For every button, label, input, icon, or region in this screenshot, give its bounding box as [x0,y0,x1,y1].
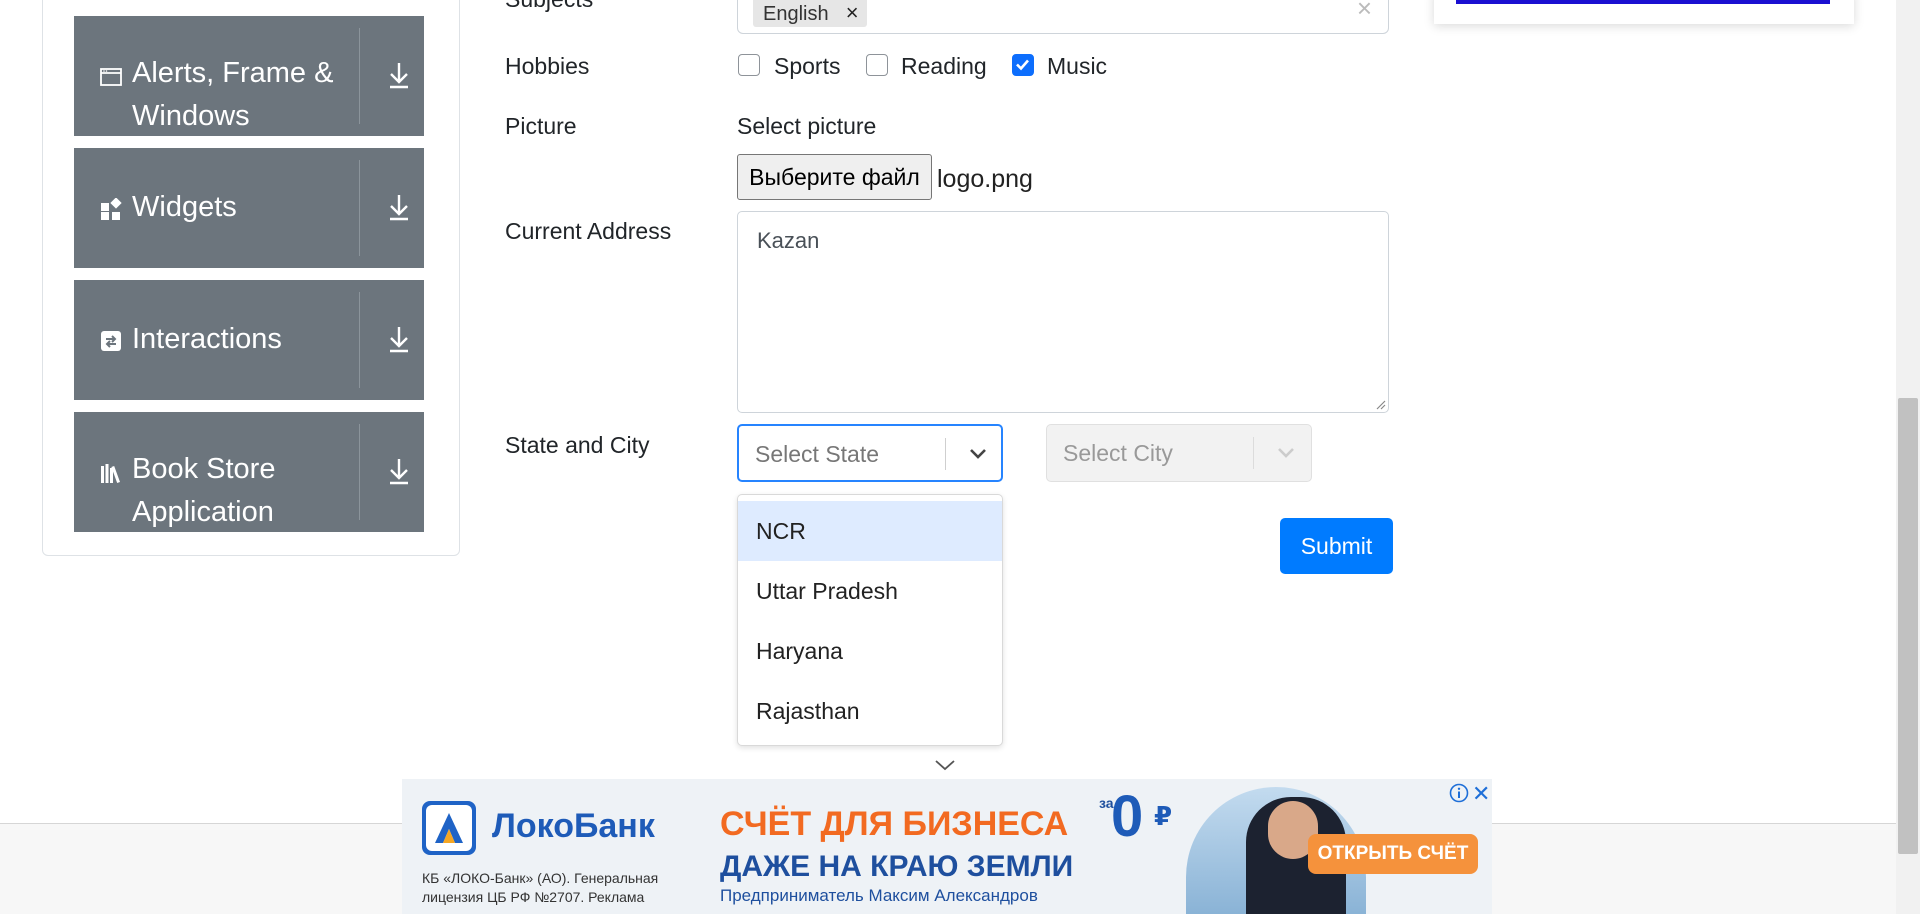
price-value: 0 [1111,784,1144,849]
group-alerts-frame-windows[interactable]: Alerts, Frame & Windows [74,16,424,136]
ad-banner[interactable]: ЛокоБанк КБ «ЛОКО-Банк» (АО). Генеральна… [402,779,1492,914]
interactions-swap-icon [101,331,121,351]
ad-caption: Предприниматель Максим Александров [720,886,1038,905]
picture-label: Picture [505,113,577,139]
group-label: Alerts, Frame & Windows [132,57,334,132]
state-option-uttar-pradesh[interactable]: Uttar Pradesh [738,561,1002,621]
group-label: Interactions [132,323,282,355]
expand-down-arrow-icon[interactable] [386,456,412,486]
expand-down-arrow-icon[interactable] [386,324,412,354]
hobbies-label: Hobbies [505,53,590,79]
state-option-ncr[interactable]: NCR [738,501,1002,561]
ad-subheadline: ДАЖЕ НА КРАЮ ЗЕМЛИ [720,850,1074,883]
state-option-haryana[interactable]: Haryana [738,621,1002,681]
widgets-grid-icon [101,198,122,220]
group-widgets[interactable]: Widgets [74,148,424,268]
price-currency: ₽ [1154,801,1173,831]
file-name: logo.png [937,165,1033,193]
divider [359,424,360,520]
state-city-label: State and City [505,432,650,458]
checkmark-icon [1016,59,1029,71]
side-ad-card[interactable] [1434,0,1854,24]
divider [359,160,360,256]
collapse-ad-chevron-icon[interactable] [934,758,956,772]
browser-window-icon [100,68,122,86]
picture-prompt: Select picture [737,113,877,139]
group-book-store[interactable]: Book Store Application [74,412,424,532]
ad-close-icon[interactable]: ✕ [1472,781,1490,807]
divider [1253,437,1254,469]
remove-chip-icon[interactable]: × [846,0,859,30]
address-value: Kazan [757,228,820,253]
subjects-label: Subjects [505,0,593,13]
chevron-down-icon[interactable] [1275,443,1297,463]
subject-chip: English × [753,0,867,27]
sports-label[interactable]: Sports [774,53,840,80]
divider [359,292,360,388]
state-placeholder: Select State [755,441,880,467]
subject-chip-label: English [763,3,829,25]
chevron-down-icon[interactable] [967,444,989,464]
ad-headline: СЧЁТ ДЛЯ БИЗНЕСА [720,805,1069,843]
group-label: Widgets [132,191,237,223]
ad-image-strip [1456,0,1830,4]
clear-icon[interactable]: × [1357,0,1372,24]
legal-text: КБ «ЛОКО-Банк» (АО). Генеральная лицензи… [422,870,659,905]
expand-down-arrow-icon[interactable] [386,192,412,222]
ad-info-icon[interactable] [1449,783,1469,803]
city-placeholder: Select City [1063,440,1173,466]
choose-file-button[interactable]: Выберите файл [737,154,932,200]
music-checkbox[interactable] [1012,54,1034,76]
submit-button[interactable]: Submit [1280,518,1393,574]
music-label[interactable]: Music [1047,53,1107,80]
divider [359,28,360,124]
state-option-rajasthan[interactable]: Rajasthan [738,681,1002,741]
group-interactions[interactable]: Interactions [74,280,424,400]
bank-name: ЛокоБанк [492,807,655,845]
state-options-menu: NCR Uttar Pradesh Haryana Rajasthan [737,494,1003,746]
open-account-button[interactable]: ОТКРЫТЬ СЧЁТ [1308,834,1478,874]
current-address-label: Current Address [505,218,672,244]
divider [945,438,946,470]
expand-down-arrow-icon[interactable] [386,60,412,90]
current-address-textarea[interactable]: Kazan [737,211,1389,413]
lokobank-logo-icon [422,801,476,855]
city-select[interactable]: Select City [1046,424,1312,482]
sports-checkbox[interactable] [738,54,760,76]
scrollbar-thumb[interactable] [1898,398,1918,854]
reading-label[interactable]: Reading [901,53,987,80]
group-label: Book Store Application [132,453,276,528]
resize-grip-icon[interactable] [1374,398,1386,410]
book-store-icon [101,464,120,483]
subjects-input[interactable]: English × × [737,0,1389,34]
reading-checkbox[interactable] [866,54,888,76]
state-select[interactable]: Select State [737,424,1003,482]
